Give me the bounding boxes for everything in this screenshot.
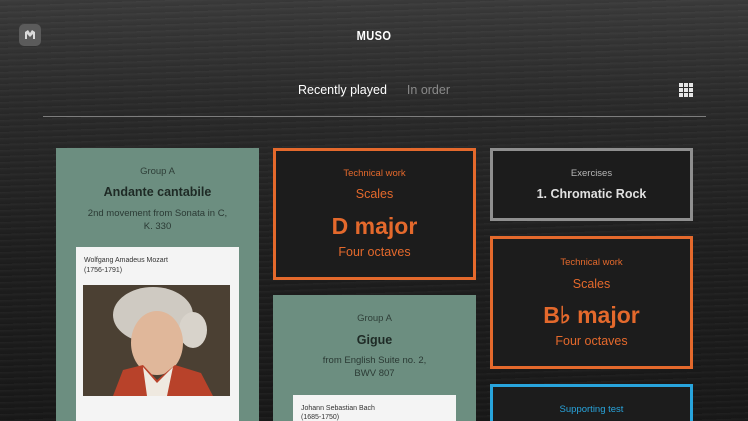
muso-logo-icon[interactable]	[19, 24, 41, 46]
header-divider	[43, 116, 706, 117]
composer-portrait	[83, 285, 230, 396]
grid-view-icon[interactable]	[679, 83, 693, 97]
card-subtitle: from English Suite no. 2, BWV 807	[322, 355, 427, 379]
card-range: Four octaves	[555, 334, 628, 348]
card-category: Technical work	[343, 168, 406, 179]
card-scale-type: Scales	[355, 187, 394, 201]
technical-card-d-major[interactable]: Technical work Scales D major Four octav…	[273, 148, 476, 280]
card-key: B♭ major	[543, 302, 640, 328]
card-key: D major	[331, 213, 418, 239]
card-category: Supporting test	[559, 404, 624, 415]
composer-panel: Johann Sebastian Bach (1685-1750)	[293, 395, 456, 421]
card-subtitle: 2nd movement from Sonata in C, K. 330	[87, 208, 228, 232]
composer-panel: Wolfgang Amadeus Mozart (1756-1791)	[76, 247, 239, 421]
composer-years: (1685-1750)	[301, 414, 340, 421]
card-title: Gigue	[356, 333, 393, 347]
composer-name: Wolfgang Amadeus Mozart	[84, 257, 168, 264]
card-scale-type: Scales	[572, 277, 611, 291]
piece-card-gigue[interactable]: Group A Gigue from English Suite no. 2, …	[273, 295, 476, 421]
supporting-test-card[interactable]: Supporting test	[490, 384, 693, 421]
card-category: Group A	[357, 313, 392, 324]
tab-in-order[interactable]: In order	[407, 83, 450, 97]
app-title: MUSO	[356, 28, 392, 43]
tab-recently-played[interactable]: Recently played	[298, 83, 387, 97]
exercise-card-chromatic-rock[interactable]: Exercises 1. Chromatic Rock	[490, 148, 693, 221]
tab-bar: Recently played In order	[0, 83, 748, 97]
piece-card-andante[interactable]: Group A Andante cantabile 2nd movement f…	[56, 148, 259, 421]
technical-card-bflat-major[interactable]: Technical work Scales B♭ major Four octa…	[490, 236, 693, 369]
card-title: 1. Chromatic Rock	[536, 187, 647, 201]
card-category: Group A	[140, 166, 175, 177]
card-category: Exercises	[570, 168, 613, 179]
card-title: Andante cantabile	[103, 185, 212, 199]
composer-years: (1756-1791)	[84, 267, 123, 274]
card-range: Four octaves	[338, 245, 411, 259]
card-category: Technical work	[560, 257, 623, 268]
logo-glyph	[25, 30, 35, 39]
